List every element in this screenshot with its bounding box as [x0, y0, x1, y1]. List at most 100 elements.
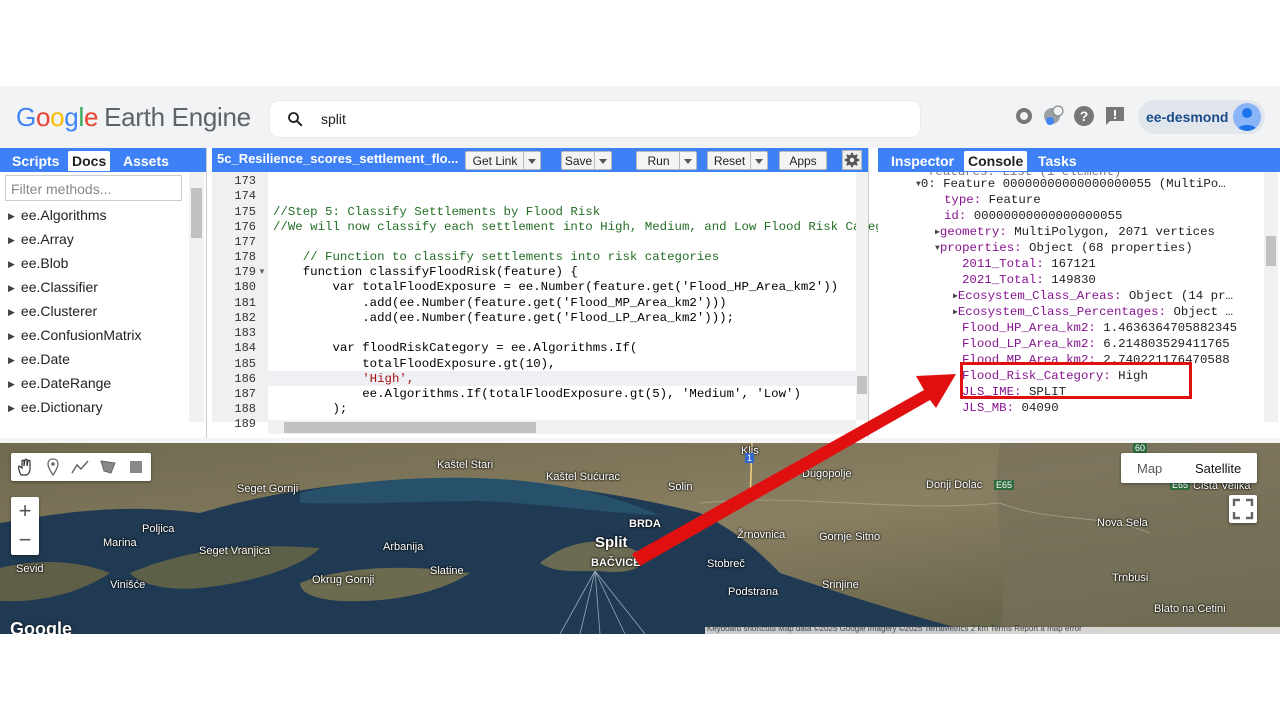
scrollbar-thumb[interactable]	[284, 422, 536, 433]
line-number: 187	[234, 387, 256, 401]
tab-scripts[interactable]: Scripts	[8, 151, 63, 171]
polygon-icon[interactable]	[98, 457, 118, 477]
code-line[interactable]: .add(ee.Number(feature.get('Flood_MP_Are…	[273, 296, 726, 310]
console-line[interactable]: ▼0: Feature 00000000000000000055 (MultiP…	[916, 177, 1226, 191]
console-line[interactable]: ▶Ecosystem_Class_Areas: Object (14 pr…	[953, 289, 1233, 303]
search-box[interactable]: split	[270, 101, 920, 137]
chevron-down-icon[interactable]	[679, 152, 696, 169]
chevron-down-icon[interactable]	[594, 152, 611, 169]
fold-caret-icon[interactable]: ▼	[258, 267, 266, 276]
doc-item-label: ee.ConfusionMatrix	[20, 327, 142, 343]
tab-tasks[interactable]: Tasks	[1034, 151, 1081, 171]
scrollbar-thumb[interactable]	[191, 188, 202, 238]
code-line[interactable]: );	[273, 402, 347, 416]
caret-right-icon: ▶	[8, 235, 15, 245]
caret-right-icon: ▶	[8, 355, 15, 365]
code-line[interactable]: function classifyFloodRisk(feature) {	[273, 265, 578, 279]
help-icon[interactable]: ?	[1072, 104, 1096, 128]
doc-item[interactable]: ▶ ee.Date	[8, 351, 70, 367]
doc-item[interactable]: ▶ ee.Classifier	[8, 279, 98, 295]
doc-item[interactable]: ▶ ee.Blob	[8, 255, 68, 271]
editor-v-scrollbar[interactable]	[856, 172, 868, 420]
code-editor-panel: 5c_Resilience_scores_settlement_flo... G…	[212, 148, 883, 438]
code-line[interactable]: .add(ee.Number(feature.get('Flood_LP_Are…	[273, 311, 734, 325]
map-type-satellite-button[interactable]: Satellite	[1195, 461, 1241, 476]
doc-item[interactable]: ▶ ee.Algorithms	[8, 207, 107, 223]
run-button[interactable]: Run	[636, 151, 697, 170]
caret-right-icon: ▶	[8, 283, 15, 293]
caret-right-icon: ▶	[8, 259, 15, 269]
console-line: type: Feature	[944, 193, 1041, 207]
marker-icon[interactable]	[43, 457, 63, 477]
console-line[interactable]: ▶Ecosystem_Class_Percentages: Object …	[953, 305, 1233, 319]
hand-pan-icon[interactable]	[15, 457, 35, 477]
map-view[interactable]: Kaštel Stari Kaštel Sućurac Klis Seget G…	[0, 443, 1280, 634]
filter-methods-input[interactable]: Filter methods...	[5, 175, 182, 201]
tab-inspector[interactable]: Inspector	[887, 151, 958, 171]
logo-letter: g	[64, 102, 79, 132]
chevron-down-icon[interactable]	[523, 152, 540, 169]
gear-icon[interactable]	[842, 150, 862, 170]
tab-assets[interactable]: Assets	[119, 151, 173, 171]
code-line[interactable]: // Function to classify settlements into…	[273, 250, 719, 264]
doc-item[interactable]: ▶ ee.Array	[8, 231, 74, 247]
prop-key: 2011_Total:	[962, 257, 1044, 271]
drawing-tools	[11, 453, 151, 481]
console-line[interactable]: ▶geometry: MultiPolygon, 2071 vertices	[935, 225, 1215, 239]
place-label: Arbanija	[383, 541, 424, 553]
line-number: 184	[234, 341, 256, 355]
fullscreen-button[interactable]	[1229, 495, 1257, 523]
avatar[interactable]	[1233, 103, 1261, 131]
map-type-control: Map Satellite	[1121, 453, 1257, 483]
doc-item[interactable]: ▶ ee.ConfusionMatrix	[8, 327, 142, 343]
google-watermark: Google	[10, 619, 72, 634]
console-line: id: 00000000000000000055	[944, 209, 1122, 223]
map-type-map-button[interactable]: Map	[1137, 461, 1162, 476]
place-label: Trnbusi	[1112, 572, 1149, 584]
user-icon	[1237, 108, 1257, 131]
console-line[interactable]: ▼properties: Object (68 properties)	[935, 241, 1193, 255]
code-line[interactable]: var floodRiskCategory = ee.Algorithms.If…	[273, 341, 637, 355]
place-label: Blato na Cetini	[1154, 603, 1226, 615]
scrollbar-thumb[interactable]	[1266, 236, 1276, 266]
code-line[interactable]: 'High',	[273, 372, 414, 386]
tab-docs[interactable]: Docs	[68, 151, 111, 171]
doc-item[interactable]: ▶ ee.DateRange	[8, 375, 111, 391]
theme-icon[interactable]	[1012, 104, 1036, 128]
polyline-icon[interactable]	[70, 457, 90, 477]
doc-item[interactable]: ▶ ee.Clusterer	[8, 303, 97, 319]
attribution-text[interactable]: Keyboard shortcuts Map data ©2025 Google…	[707, 624, 1082, 633]
user-name: ee-desmond	[1146, 109, 1229, 125]
zoom-out-button[interactable]: −	[11, 527, 39, 553]
earth-engine-logo[interactable]: Google Earth Engine	[16, 102, 251, 133]
scrollbar-thumb[interactable]	[857, 376, 867, 394]
apps-button[interactable]: Apps	[779, 151, 827, 170]
reset-button[interactable]: Reset	[707, 151, 768, 170]
code-line[interactable]: //Step 5: Classify Settlements by Flood …	[273, 205, 600, 219]
rectangle-icon[interactable]	[126, 457, 146, 477]
user-account[interactable]: ee-desmond	[1138, 100, 1265, 134]
button-label: Get Link	[472, 154, 518, 168]
zoom-in-button[interactable]: +	[11, 498, 39, 524]
code-line[interactable]: totalFloodExposure.gt(10),	[273, 357, 555, 371]
doc-item[interactable]: ▶ ee.Dictionary	[8, 399, 103, 415]
get-link-button[interactable]: Get Link	[465, 151, 541, 170]
search-input[interactable]: split	[321, 111, 346, 127]
prop-value: 149830	[1051, 273, 1096, 287]
code-line[interactable]: ee.Algorithms.If(totalFloodExposure.gt(5…	[273, 387, 801, 401]
fullscreen-icon	[1232, 498, 1254, 520]
left-tabbar: Scripts Docs Assets	[0, 148, 206, 172]
docs-scrollbar[interactable]	[189, 172, 204, 422]
chevron-down-icon[interactable]	[750, 152, 767, 169]
save-button[interactable]: Save	[561, 151, 612, 170]
code-line[interactable]: //We will now classify each settlement i…	[273, 220, 883, 234]
doc-item-label: ee.Array	[20, 231, 74, 247]
code-line[interactable]: var totalFloodExposure = ee.Number(featu…	[273, 280, 838, 294]
notifications-icon[interactable]	[1042, 104, 1066, 128]
console-scrollbar[interactable]	[1264, 172, 1278, 422]
doc-item-label: ee.Classifier	[20, 279, 98, 295]
editor-h-scrollbar[interactable]	[268, 420, 856, 434]
prop-key: Ecosystem_Class_Areas:	[957, 289, 1122, 303]
tab-console[interactable]: Console	[964, 151, 1028, 171]
feedback-icon[interactable]	[1103, 104, 1127, 128]
